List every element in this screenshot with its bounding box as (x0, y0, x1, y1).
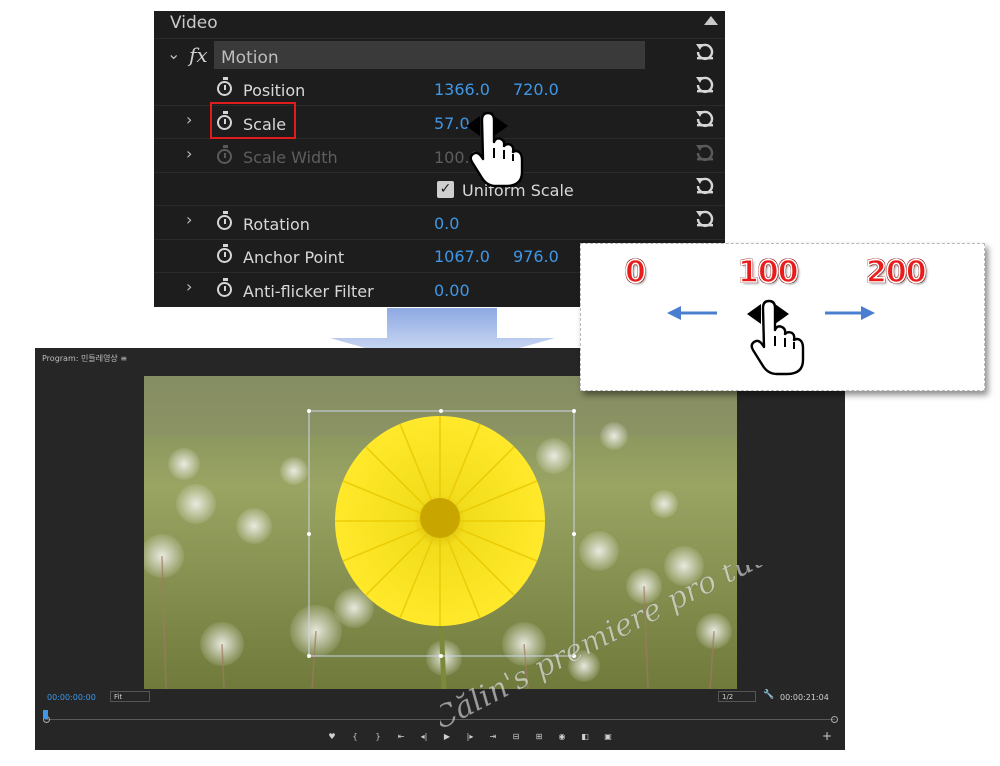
position-x-value[interactable]: 1366.0 (434, 80, 490, 99)
step-back-icon[interactable]: ◂| (417, 731, 431, 743)
transport-controls: ♥ { } ⇤ ◂| ▶ |▸ ⇥ ⊟ ⊞ ◉ ◧ ▣ (325, 731, 615, 743)
stopwatch-icon[interactable] (217, 244, 232, 263)
out-point-icon[interactable]: } (371, 731, 385, 743)
scale-min-label: 0 (624, 254, 646, 291)
scale-mid-label: 100 (737, 254, 799, 291)
rotation-value[interactable]: 0.0 (434, 214, 459, 233)
program-monitor-title[interactable]: Program: 민들레영상 ≡ (42, 353, 127, 364)
settings-wrench-icon[interactable]: 🔧 (763, 690, 774, 700)
timeline-end-handle[interactable] (831, 716, 838, 723)
chevron-down-icon[interactable]: ⌄ (167, 44, 180, 63)
anti-flicker-value[interactable]: 0.00 (434, 281, 470, 300)
program-monitor-panel: Program: 민들레영상 ≡ 00:00:00:00 Fit 1/2 🔧 0… (35, 348, 845, 750)
go-to-out-icon[interactable]: ⇥ (486, 731, 500, 743)
reset-icon[interactable] (695, 208, 715, 228)
add-button[interactable]: + (822, 729, 832, 743)
zoom-level-select[interactable]: Fit (110, 691, 150, 702)
playhead[interactable] (43, 710, 48, 719)
position-y-value[interactable]: 720.0 (513, 80, 559, 99)
scrub-hand-cursor-icon (466, 111, 524, 188)
fx-badge[interactable]: fx (189, 43, 208, 67)
position-label: Position (243, 81, 306, 100)
scale-drag-callout: 0 100 200 (580, 243, 985, 391)
anti-flicker-label: Anti-flicker Filter (243, 282, 374, 301)
scale-width-label: Scale Width (243, 148, 338, 167)
arrow-right-icon (825, 306, 875, 320)
chevron-right-icon[interactable]: › (186, 110, 192, 129)
anchor-point-y-value[interactable]: 976.0 (513, 247, 559, 266)
play-icon[interactable]: ▶ (440, 731, 454, 743)
in-point-icon[interactable]: { (348, 731, 362, 743)
motion-effect-bar[interactable] (214, 41, 645, 69)
extract-icon[interactable]: ⊞ (532, 731, 546, 743)
chevron-right-icon[interactable]: › (186, 277, 192, 296)
chevron-right-icon[interactable]: › (186, 144, 192, 163)
collapse-up-icon[interactable] (704, 16, 718, 25)
chevron-right-icon[interactable]: › (186, 210, 192, 229)
arrow-left-icon (667, 306, 717, 320)
reset-icon[interactable] (695, 175, 715, 195)
reset-icon[interactable] (695, 41, 715, 61)
uniform-scale-checkbox[interactable]: ✓ (437, 181, 454, 198)
duration-timecode: 00:00:21:04 (780, 693, 829, 702)
anchor-point-label: Anchor Point (243, 248, 345, 267)
video-section-label: Video (170, 13, 218, 33)
rotation-label: Rotation (243, 215, 310, 234)
reset-icon[interactable] (695, 108, 715, 128)
scrub-hand-cursor-icon (747, 299, 805, 376)
comparison-view-icon[interactable]: ◧ (578, 731, 592, 743)
program-viewer-frame[interactable] (144, 376, 737, 689)
reset-icon[interactable] (695, 74, 715, 94)
reset-icon (696, 144, 714, 162)
go-to-in-icon[interactable]: ⇤ (394, 731, 408, 743)
video-section-header[interactable]: Video (154, 11, 725, 39)
scale-highlight-box (210, 102, 296, 139)
anchor-point-x-value[interactable]: 1067.0 (434, 247, 490, 266)
time-ruler[interactable] (45, 719, 835, 720)
playback-resolution-select[interactable]: 1/2 (718, 691, 756, 702)
scale-max-label: 200 (865, 254, 927, 291)
dandelion-flower (335, 416, 545, 626)
stopwatch-icon (217, 145, 232, 164)
export-frame-icon[interactable]: ◉ (555, 731, 569, 743)
step-forward-icon[interactable]: |▸ (463, 731, 477, 743)
vr-icon[interactable]: ▣ (601, 731, 615, 743)
motion-effect-label: Motion (221, 48, 279, 68)
stopwatch-icon[interactable] (217, 77, 232, 96)
stopwatch-icon[interactable] (217, 278, 232, 297)
current-timecode[interactable]: 00:00:00:00 (47, 693, 96, 702)
dandelion-video-frame (144, 376, 737, 689)
marker-icon[interactable]: ♥ (325, 731, 339, 743)
stopwatch-icon[interactable] (217, 211, 232, 230)
lift-icon[interactable]: ⊟ (509, 731, 523, 743)
